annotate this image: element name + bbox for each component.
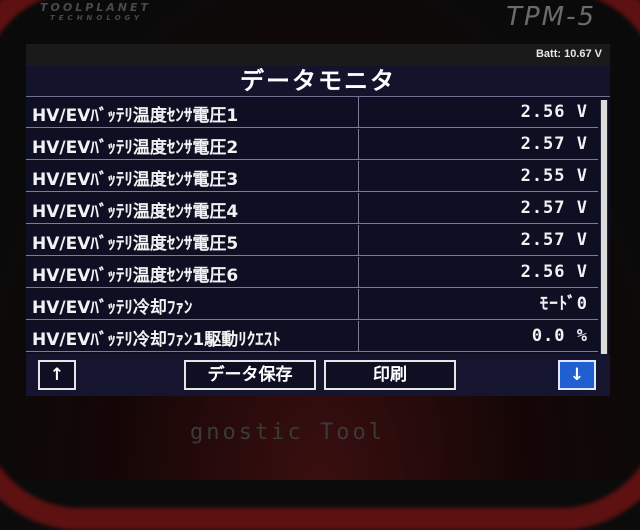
screen: Batt: 10.67 V データモニタ HV/EVﾊﾞｯﾃﾘ温度ｾﾝｻ電圧1 …	[26, 44, 610, 396]
list-item[interactable]: HV/EVﾊﾞｯﾃﾘ冷却ﾌｧﾝ1駆動ﾘｸｴｽﾄ 0.0 %	[26, 321, 598, 352]
list-item[interactable]: HV/EVﾊﾞｯﾃﾘ温度ｾﾝｻ電圧3 2.55 V	[26, 161, 598, 192]
parameter-value: 2.56 V	[358, 257, 592, 288]
status-bar: Batt: 10.67 V	[26, 44, 610, 66]
parameter-value: 2.55 V	[358, 161, 592, 192]
scroll-up-button[interactable]: ↑	[38, 360, 76, 390]
device-brand: TOOLPLANET TECHNOLOGY	[40, 2, 151, 23]
device-model: TPM-5	[506, 2, 596, 32]
parameter-value: 2.57 V	[358, 225, 592, 256]
list-item[interactable]: HV/EVﾊﾞｯﾃﾘ温度ｾﾝｻ電圧6 2.56 V	[26, 257, 598, 288]
save-data-button[interactable]: データ保存	[184, 360, 316, 390]
parameter-label: HV/EVﾊﾞｯﾃﾘ冷却ﾌｧﾝ	[32, 298, 193, 318]
parameter-value: 2.56 V	[358, 97, 592, 128]
device-footer-text: gnostic Tool	[190, 420, 385, 445]
bottom-toolbar: ↑ データ保存 印刷 ↓	[26, 354, 610, 396]
parameter-label: HV/EVﾊﾞｯﾃﾘ温度ｾﾝｻ電圧2	[32, 138, 239, 158]
parameter-label: HV/EVﾊﾞｯﾃﾘ温度ｾﾝｻ電圧3	[32, 170, 239, 190]
print-button[interactable]: 印刷	[324, 360, 456, 390]
parameter-label: HV/EVﾊﾞｯﾃﾘ温度ｾﾝｻ電圧6	[32, 266, 239, 286]
scrollbar-thumb[interactable]	[601, 100, 607, 354]
list-item[interactable]: HV/EVﾊﾞｯﾃﾘ温度ｾﾝｻ電圧2 2.57 V	[26, 129, 598, 160]
list-item[interactable]: HV/EVﾊﾞｯﾃﾘ温度ｾﾝｻ電圧4 2.57 V	[26, 193, 598, 224]
parameter-label: HV/EVﾊﾞｯﾃﾘ温度ｾﾝｻ電圧4	[32, 202, 239, 222]
list-item[interactable]: HV/EVﾊﾞｯﾃﾘ温度ｾﾝｻ電圧1 2.56 V	[26, 97, 598, 128]
parameter-value: 2.57 V	[358, 129, 592, 160]
parameter-label: HV/EVﾊﾞｯﾃﾘ冷却ﾌｧﾝ1駆動ﾘｸｴｽﾄ	[32, 330, 281, 350]
parameter-value: 2.57 V	[358, 193, 592, 224]
brand-subtitle: TECHNOLOGY	[50, 14, 144, 22]
parameter-label: HV/EVﾊﾞｯﾃﾘ温度ｾﾝｻ電圧5	[32, 234, 239, 254]
parameter-value: ﾓｰﾄﾞ0	[358, 289, 592, 320]
parameter-label: HV/EVﾊﾞｯﾃﾘ温度ｾﾝｻ電圧1	[32, 106, 239, 126]
data-monitor-list: HV/EVﾊﾞｯﾃﾘ温度ｾﾝｻ電圧1 2.56 V HV/EVﾊﾞｯﾃﾘ温度ｾﾝ…	[26, 97, 610, 355]
page-title: データモニタ	[26, 66, 610, 97]
battery-voltage: Batt: 10.67 V	[535, 48, 602, 60]
list-item[interactable]: HV/EVﾊﾞｯﾃﾘ温度ｾﾝｻ電圧5 2.57 V	[26, 225, 598, 256]
list-item[interactable]: HV/EVﾊﾞｯﾃﾘ冷却ﾌｧﾝ ﾓｰﾄﾞ0	[26, 289, 598, 320]
scroll-down-button[interactable]: ↓	[558, 360, 596, 390]
parameter-value: 0.0 %	[358, 321, 592, 352]
list-scrollbar[interactable]	[600, 100, 608, 354]
